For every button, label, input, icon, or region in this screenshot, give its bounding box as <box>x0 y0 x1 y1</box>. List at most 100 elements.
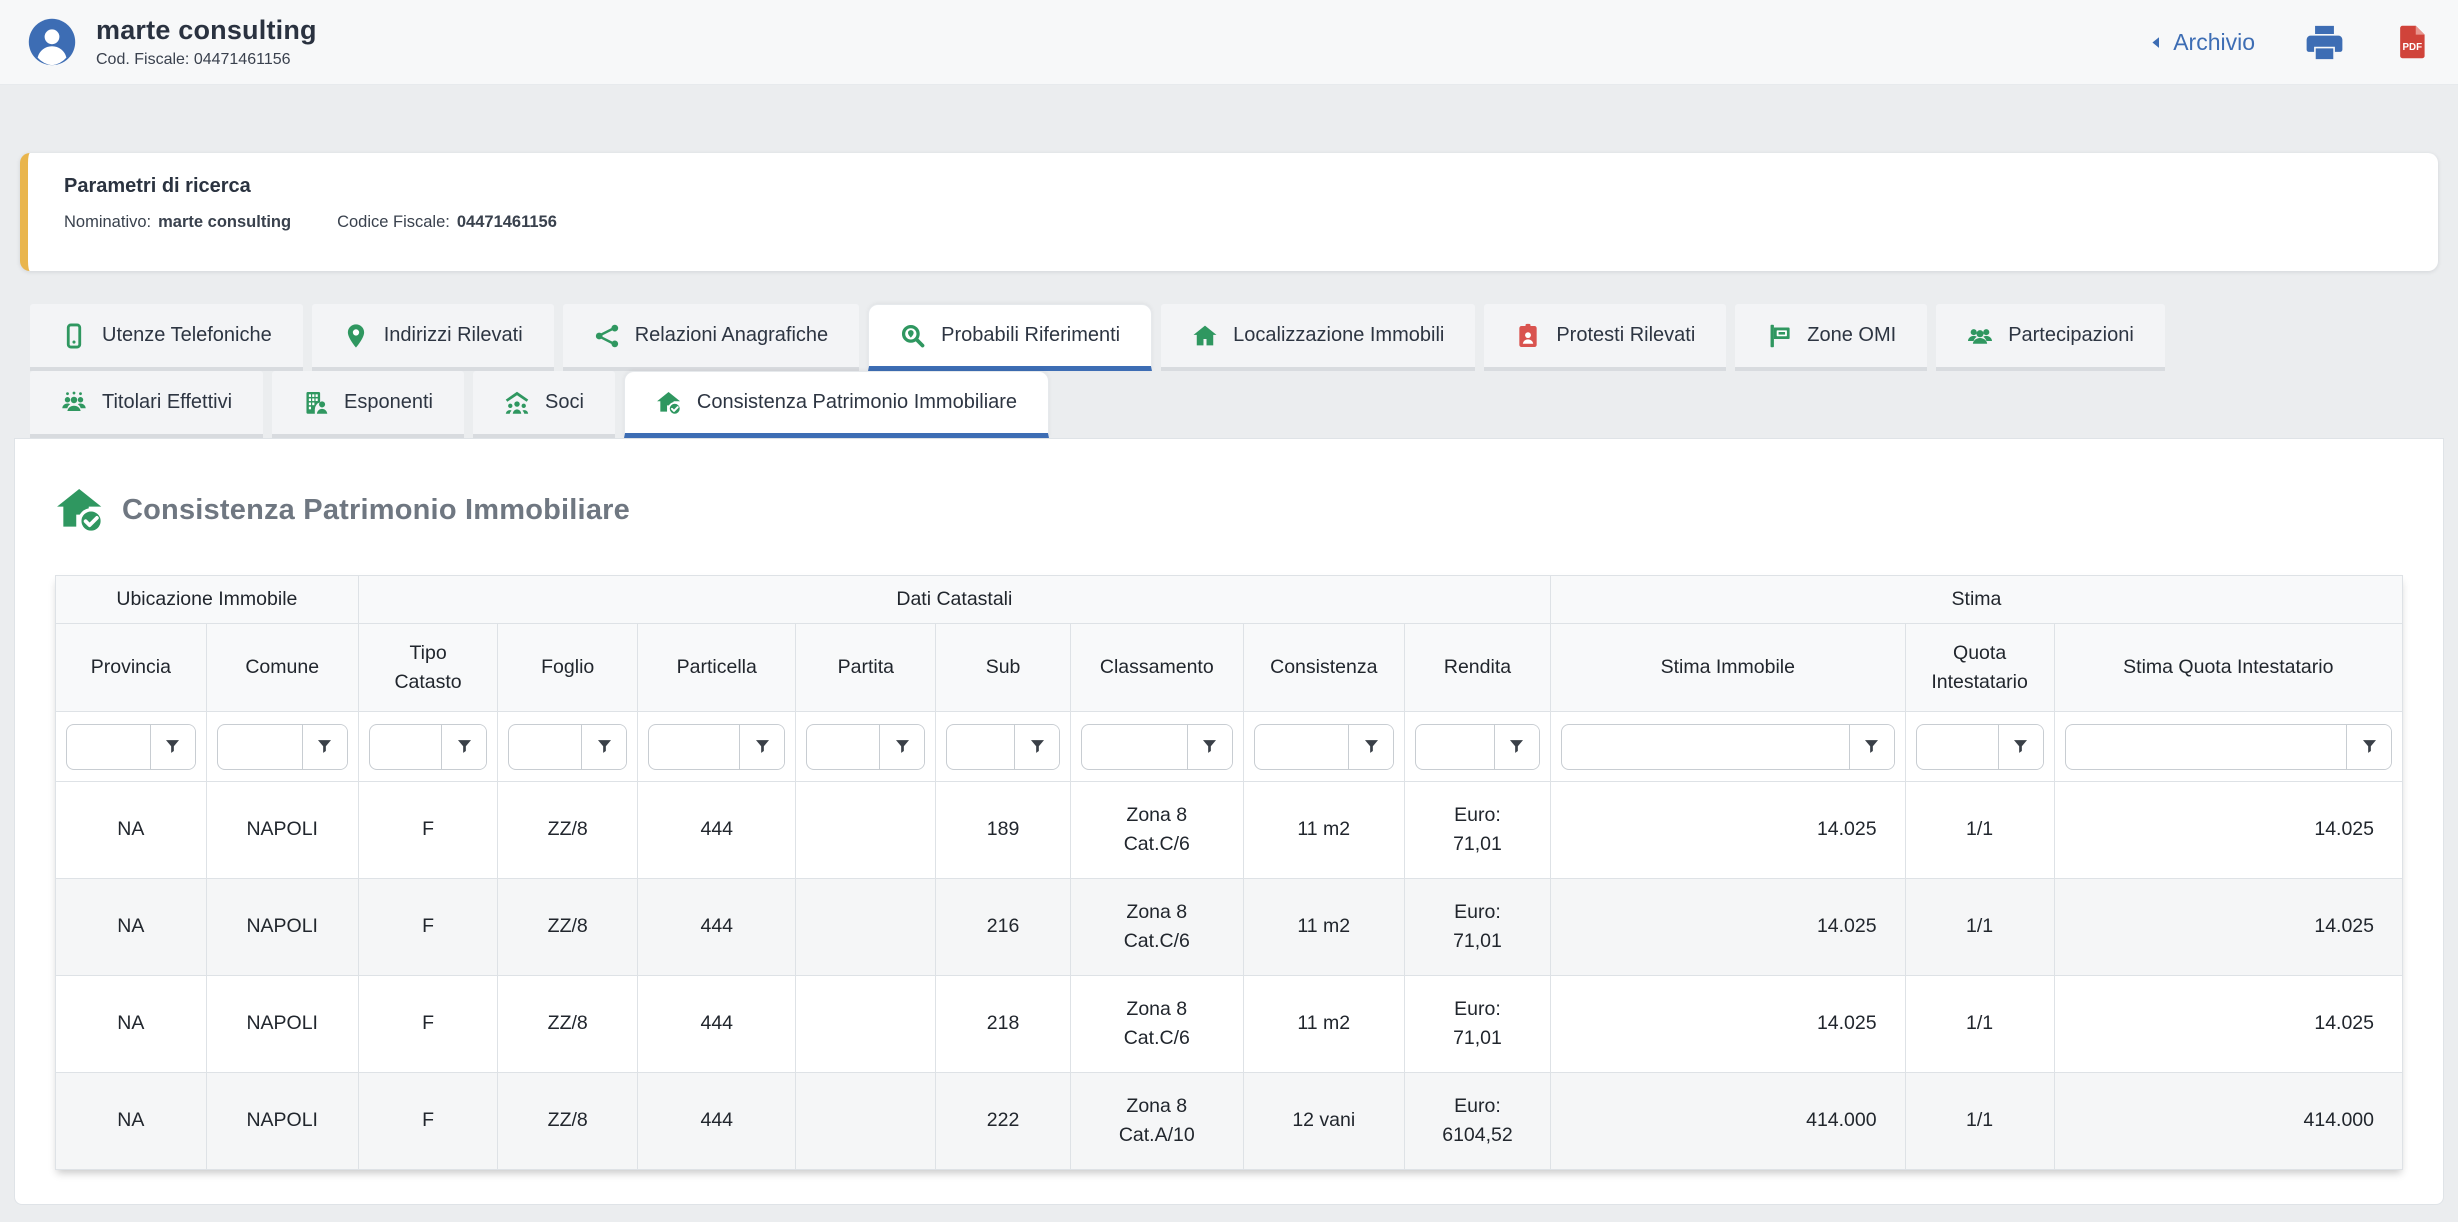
cell-classamento: Zona 8 Cat.A/10 <box>1071 1073 1244 1170</box>
printer-icon[interactable] <box>2305 23 2344 62</box>
pdf-file-icon[interactable]: PDF <box>2394 24 2430 60</box>
funnel-icon[interactable] <box>1014 725 1059 769</box>
cell-comune: NAPOLI <box>206 1073 358 1170</box>
cell-value: 444 <box>700 818 733 840</box>
cell-rendita: Euro: 71,01 <box>1405 879 1551 976</box>
column-header-sub: Sub <box>936 624 1071 712</box>
filter-input-provincia[interactable] <box>67 725 150 769</box>
filter-input-stima-quota-intestatario[interactable] <box>2066 725 2346 769</box>
tab-protesti-rilevati[interactable]: Protesti Rilevati <box>1484 304 1726 371</box>
cell-sub: 222 <box>936 1073 1071 1170</box>
funnel-icon[interactable] <box>2346 725 2391 769</box>
filter-input-comune[interactable] <box>218 725 302 769</box>
assets-table: Ubicazione ImmobileDati CatastaliStimaPr… <box>55 575 2403 1170</box>
cell-value: 414.000 <box>1806 1109 1877 1131</box>
cell-value: 11 m2 <box>1297 1012 1350 1034</box>
group-header-dati-catastali: Dati Catastali <box>358 576 1550 624</box>
filter-input-classamento[interactable] <box>1082 725 1187 769</box>
column-header-provincia: Provincia <box>56 624 207 712</box>
cell-value: Zona 8 Cat.C/6 <box>1104 801 1210 860</box>
cell-comune: NAPOLI <box>206 879 358 976</box>
tab-relazioni-anagrafiche[interactable]: Relazioni Anagrafiche <box>563 304 859 371</box>
cell-value: 414.000 <box>2304 1109 2375 1131</box>
tab-utenze-telefoniche[interactable]: Utenze Telefoniche <box>30 304 303 371</box>
cell-value: 444 <box>700 1109 733 1131</box>
filter-cell-tipo-catasto <box>358 712 498 782</box>
cell-consistenza: 12 vani <box>1243 1073 1404 1170</box>
cell-stima-quota-intestatario: 414.000 <box>2054 1073 2402 1170</box>
cell-consistenza: 11 m2 <box>1243 782 1404 879</box>
tab-label: Indirizzi Rilevati <box>384 324 523 347</box>
people-group-icon <box>61 390 87 416</box>
cell-value: ZZ/8 <box>548 1109 588 1131</box>
filter-input-consistenza[interactable] <box>1255 725 1348 769</box>
column-header-rendita: Rendita <box>1405 624 1551 712</box>
cell-foglio: ZZ/8 <box>498 782 638 879</box>
cell-value: Zona 8 Cat.C/6 <box>1104 898 1210 957</box>
column-header-label: Rendita <box>1444 656 1511 678</box>
table-group-header-row: Ubicazione ImmobileDati CatastaliStima <box>56 576 2403 624</box>
filter-input-tipo-catasto[interactable] <box>370 725 442 769</box>
funnel-icon[interactable] <box>1849 725 1894 769</box>
cell-value: 1/1 <box>1966 1012 1993 1034</box>
funnel-icon[interactable] <box>879 725 924 769</box>
tab-consistenza-patrimonio-immobiliare[interactable]: Consistenza Patrimonio Immobiliare <box>624 371 1049 438</box>
funnel-icon[interactable] <box>441 725 486 769</box>
param-label: Nominativo: <box>64 213 151 232</box>
funnel-icon[interactable] <box>1348 725 1393 769</box>
tab-zone-omi[interactable]: Zone OMI <box>1735 304 1927 371</box>
filter-input-quota-intestatario[interactable] <box>1917 725 1998 769</box>
funnel-icon[interactable] <box>150 725 195 769</box>
filter-input-particella[interactable] <box>649 725 739 769</box>
filter-input-partita[interactable] <box>807 725 879 769</box>
search-param-nominativo: Nominativo:marte consulting <box>64 213 291 232</box>
funnel-icon[interactable] <box>581 725 626 769</box>
cell-value: NA <box>117 1109 144 1131</box>
funnel-icon[interactable] <box>302 725 347 769</box>
column-header-tipo-catasto: Tipo Catasto <box>358 624 498 712</box>
cell-value: NAPOLI <box>246 1012 318 1034</box>
tab-soci[interactable]: Soci <box>473 371 615 438</box>
funnel-icon[interactable] <box>1494 725 1539 769</box>
filter-input-rendita[interactable] <box>1416 725 1494 769</box>
map-pin-icon <box>343 323 369 349</box>
top-header: marte consulting Cod. Fiscale: 044714611… <box>0 0 2458 85</box>
search-params-title: Parametri di ricerca <box>64 175 2402 198</box>
archive-link-label: Archivio <box>2173 29 2255 56</box>
filter-input-stima-immobile[interactable] <box>1562 725 1849 769</box>
archive-link[interactable]: Archivio <box>2149 29 2255 56</box>
tab-label: Utenze Telefoniche <box>102 324 272 347</box>
tab-esponenti[interactable]: Esponenti <box>272 371 464 438</box>
tab-label: Soci <box>545 391 584 414</box>
tab-probabili-riferimenti[interactable]: Probabili Riferimenti <box>868 304 1152 371</box>
cell-value: 218 <box>987 1012 1020 1034</box>
cell-value: F <box>422 818 434 840</box>
cell-value: 14.025 <box>2314 818 2374 840</box>
cell-classamento: Zona 8 Cat.C/6 <box>1071 782 1244 879</box>
filter-cell-foglio <box>498 712 638 782</box>
column-header-comune: Comune <box>206 624 358 712</box>
funnel-icon[interactable] <box>1998 725 2043 769</box>
funnel-icon[interactable] <box>739 725 784 769</box>
tab-localizzazione-immobili[interactable]: Localizzazione Immobili <box>1161 304 1475 371</box>
network-icon <box>594 323 620 349</box>
cell-value: 189 <box>987 818 1020 840</box>
cell-value: Euro: 71,01 <box>1433 801 1521 860</box>
tab-bar: Utenze Telefoniche Indirizzi Rilevati Rela… <box>30 304 2458 438</box>
tab-titolari-effettivi[interactable]: Titolari Effettivi <box>30 371 263 438</box>
house-icon <box>1192 323 1218 349</box>
cell-value: 14.025 <box>2314 1012 2374 1034</box>
cell-tipo-catasto: F <box>358 976 498 1073</box>
column-header-particella: Particella <box>638 624 796 712</box>
filter-input-foglio[interactable] <box>509 725 581 769</box>
column-header-label: Foglio <box>541 656 594 678</box>
tab-indirizzi-rilevati[interactable]: Indirizzi Rilevati <box>312 304 554 371</box>
tab-label: Zone OMI <box>1807 324 1896 347</box>
funnel-icon[interactable] <box>1187 725 1232 769</box>
filter-input-sub[interactable] <box>947 725 1014 769</box>
cell-value: 222 <box>987 1109 1020 1131</box>
page: marte consulting Cod. Fiscale: 044714611… <box>0 0 2458 1222</box>
cell-particella: 444 <box>638 976 796 1073</box>
tab-partecipazioni[interactable]: Partecipazioni <box>1936 304 2165 371</box>
map-sign-icon <box>1766 323 1792 349</box>
